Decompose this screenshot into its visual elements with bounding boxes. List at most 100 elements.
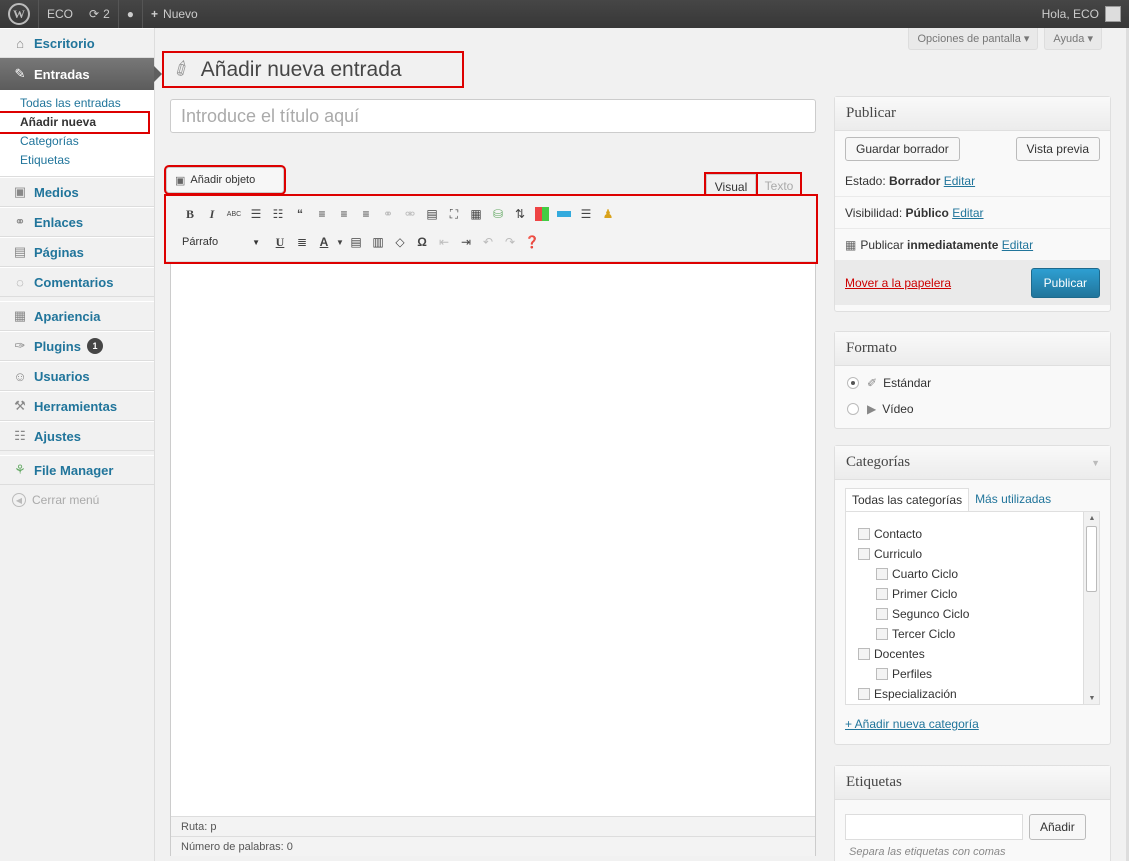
help-icon[interactable]: ❓ — [522, 232, 542, 252]
database-plugin-icon[interactable]: ⛁ — [488, 204, 508, 224]
blockquote-icon[interactable]: “ — [290, 204, 310, 224]
preview-button[interactable]: Vista previa — [1015, 137, 1100, 161]
tab-all-categories[interactable]: Todas las categorías — [845, 488, 970, 511]
fullscreen-icon[interactable]: ⛶ — [444, 204, 464, 224]
comments-link[interactable]: ● — [119, 0, 142, 28]
table-plugin-icon[interactable]: ☰ — [576, 204, 596, 224]
list-item[interactable]: Primer Ciclo — [846, 584, 1099, 604]
unlink-icon[interactable]: ⚮ — [400, 204, 420, 224]
format-option-video[interactable]: ▶ Vídeo — [835, 396, 1110, 422]
submenu-add-new[interactable]: Añadir nueva — [0, 111, 150, 134]
redo-icon[interactable]: ↷ — [500, 232, 520, 252]
divider-plugin-icon[interactable] — [554, 204, 574, 224]
format-option-standard[interactable]: ✐ Estándar — [835, 370, 1110, 396]
indent-icon[interactable]: ⇥ — [456, 232, 476, 252]
tags-box-header[interactable]: Etiquetas — [835, 766, 1110, 800]
sidebar-item-plugins[interactable]: ✑ Plugins 1 — [0, 331, 154, 361]
category-checkbox[interactable] — [876, 608, 888, 620]
category-checkbox[interactable] — [858, 528, 870, 540]
radio-standard[interactable] — [847, 377, 859, 389]
avatar[interactable] — [1105, 6, 1121, 22]
text-color-icon[interactable]: A — [314, 232, 334, 252]
tab-most-used[interactable]: Más utilizadas — [969, 488, 1057, 511]
sidebar-item-medios[interactable]: ▣ Medios — [0, 177, 154, 207]
paste-text-icon[interactable]: ▤ — [346, 232, 366, 252]
sidebar-item-ajustes[interactable]: ☷ Ajustes — [0, 421, 154, 451]
submenu-categories[interactable]: Categorías — [0, 132, 154, 151]
underline-icon[interactable]: U — [270, 232, 290, 252]
sidebar-item-usuarios[interactable]: ☺ Usuarios — [0, 361, 154, 391]
sidebar-item-comentarios[interactable]: ◌ Comentarios — [0, 267, 154, 297]
format-select[interactable]: Párrafo ▼ — [180, 232, 264, 252]
sidebar-item-file-manager[interactable]: ⚘ File Manager — [0, 455, 154, 485]
numbered-list-icon[interactable]: ☷ — [268, 204, 288, 224]
publish-box-header[interactable]: Publicar — [835, 97, 1110, 131]
scroll-down-icon[interactable]: ▼ — [1084, 692, 1099, 704]
collapse-menu-button[interactable]: ◀ Cerrar menú — [0, 485, 154, 515]
format-box-header[interactable]: Formato — [835, 332, 1110, 366]
sidebar-item-apariencia[interactable]: ▦ Apariencia — [0, 301, 154, 331]
wordpress-logo-button[interactable]: W — [0, 0, 38, 28]
submenu-tags[interactable]: Etiquetas — [0, 151, 154, 170]
category-checkbox[interactable] — [858, 548, 870, 560]
list-item[interactable]: Cuarto Ciclo — [846, 564, 1099, 584]
tags-input[interactable] — [845, 814, 1023, 840]
tab-text[interactable]: Texto — [756, 172, 802, 200]
category-checkbox[interactable] — [876, 668, 888, 680]
category-checkbox[interactable] — [876, 628, 888, 640]
edit-schedule-link[interactable]: Editar — [1002, 238, 1033, 252]
undo-icon[interactable]: ↶ — [478, 232, 498, 252]
clear-formatting-icon[interactable]: ◇ — [390, 232, 410, 252]
category-scrollbar[interactable]: ▲ ▼ — [1083, 512, 1099, 704]
sort-plugin-icon[interactable]: ⇅ — [510, 204, 530, 224]
sidebar-item-escritorio[interactable]: ⌂ Escritorio — [0, 28, 154, 58]
user-plugin-icon[interactable]: ♟ — [598, 204, 618, 224]
outdent-icon[interactable]: ⇤ — [434, 232, 454, 252]
list-item[interactable]: Contacto — [846, 524, 1099, 544]
category-checkbox[interactable] — [876, 568, 888, 580]
sidebar-item-entradas[interactable]: ✎ Entradas — [0, 58, 162, 90]
new-content-link[interactable]: + Nuevo — [143, 0, 206, 28]
move-to-trash-link[interactable]: Mover a la papelera — [845, 276, 951, 290]
radio-video[interactable] — [847, 403, 859, 415]
justify-icon[interactable]: ≣ — [292, 232, 312, 252]
paste-word-icon[interactable]: ▥ — [368, 232, 388, 252]
insert-link-icon[interactable]: ⚭ — [378, 204, 398, 224]
categories-box-header[interactable]: Categorías ▼ — [835, 446, 1110, 480]
screen-options-button[interactable]: Opciones de pantalla ▾ — [908, 28, 1039, 50]
color-grid-plugin-icon[interactable] — [532, 204, 552, 224]
list-item[interactable]: Perfiles — [846, 664, 1099, 684]
save-draft-button[interactable]: Guardar borrador — [845, 137, 960, 161]
updates-link[interactable]: ⟳ 2 — [81, 0, 118, 28]
list-item[interactable]: Docentes — [846, 644, 1099, 664]
post-title-input[interactable]: Introduce el título aquí — [170, 99, 816, 133]
edit-visibility-link[interactable]: Editar — [952, 206, 983, 220]
list-item[interactable]: Segunco Ciclo — [846, 604, 1099, 624]
sidebar-item-herramientas[interactable]: ⚒ Herramientas — [0, 391, 154, 421]
bullet-list-icon[interactable]: ☰ — [246, 204, 266, 224]
add-tag-button[interactable]: Añadir — [1029, 814, 1086, 840]
account-greeting[interactable]: Hola, ECO — [1042, 7, 1099, 21]
list-item[interactable]: Tercer Ciclo — [846, 624, 1099, 644]
category-checkbox[interactable] — [858, 688, 870, 700]
category-checkbox[interactable] — [858, 648, 870, 660]
sidebar-item-enlaces[interactable]: ⚭ Enlaces — [0, 207, 154, 237]
strikethrough-icon[interactable]: ABC — [224, 204, 244, 224]
italic-icon[interactable]: I — [202, 204, 222, 224]
align-center-icon[interactable]: ≡ — [334, 204, 354, 224]
site-name-link[interactable]: ECO — [39, 0, 81, 28]
text-color-dropdown-icon[interactable]: ▼ — [336, 232, 344, 252]
align-left-icon[interactable]: ≡ — [312, 204, 332, 224]
submenu-all-posts[interactable]: Todas las entradas — [0, 94, 154, 113]
toolbar-toggle-icon[interactable]: ▦ — [466, 204, 486, 224]
more-tag-icon[interactable]: ▤ — [422, 204, 442, 224]
sidebar-item-paginas[interactable]: ▤ Páginas — [0, 237, 154, 267]
edit-status-link[interactable]: Editar — [944, 174, 975, 188]
help-button[interactable]: Ayuda ▾ — [1044, 28, 1102, 50]
list-item[interactable]: Especialización — [846, 684, 1099, 704]
tab-visual[interactable]: Visual — [704, 172, 758, 200]
editor-area[interactable] — [170, 198, 816, 856]
align-right-icon[interactable]: ≡ — [356, 204, 376, 224]
add-new-category-link[interactable]: + Añadir nueva categoría — [845, 717, 979, 731]
category-checkbox[interactable] — [876, 588, 888, 600]
